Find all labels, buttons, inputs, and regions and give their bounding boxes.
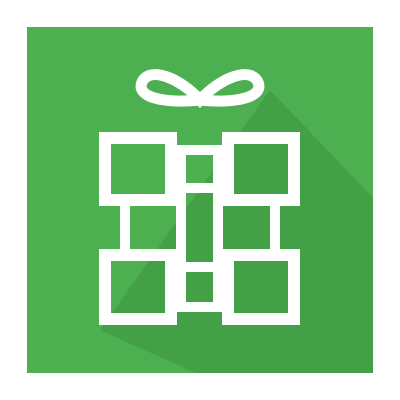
app-icon xyxy=(0,0,400,400)
gift-icon xyxy=(27,27,373,373)
